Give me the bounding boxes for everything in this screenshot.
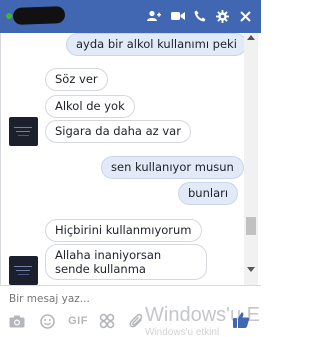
gif-icon[interactable]: GIF [66, 313, 90, 329]
message-outgoing: bunları [178, 182, 239, 205]
scroll-up-arrow[interactable] [247, 35, 255, 40]
video-call-icon[interactable] [171, 9, 185, 23]
sticker-icon[interactable] [98, 313, 116, 329]
gear-icon[interactable] [215, 9, 229, 23]
attachment-icon[interactable] [128, 313, 146, 329]
redacted-contact-name [12, 6, 66, 25]
message-outgoing: sen kullanıyor musun [101, 156, 244, 179]
windows-activation-subtext: Windows'u etkinl [145, 327, 220, 337]
thumbs-up-icon[interactable] [232, 311, 250, 329]
message-incoming: Söz ver [45, 68, 108, 91]
message-incoming: Hiçbirini kullanmıyorum [45, 219, 202, 242]
emoji-icon[interactable] [38, 313, 56, 329]
scrollbar-thumb[interactable] [246, 217, 256, 235]
scroll-down-arrow[interactable] [247, 267, 255, 272]
contact-avatar[interactable] [9, 117, 38, 146]
chat-titlebar[interactable] [0, 0, 261, 33]
contact-avatar[interactable] [9, 256, 38, 285]
online-status-dot [6, 13, 12, 19]
message-incoming: Alkol de yok [45, 95, 135, 118]
camera-icon[interactable] [8, 313, 26, 329]
gif-label: GIF [68, 315, 88, 327]
phone-icon[interactable] [193, 9, 207, 23]
add-contact-icon[interactable] [147, 9, 161, 23]
close-icon[interactable] [238, 9, 252, 23]
message-incoming: Sigara da daha az var [45, 120, 191, 143]
message-outgoing: ayda bir alkol kullanımı peki [66, 33, 247, 56]
message-incoming: Allaha inaniyorsan sende kullanma [45, 244, 207, 280]
scrollbar[interactable] [244, 33, 258, 285]
